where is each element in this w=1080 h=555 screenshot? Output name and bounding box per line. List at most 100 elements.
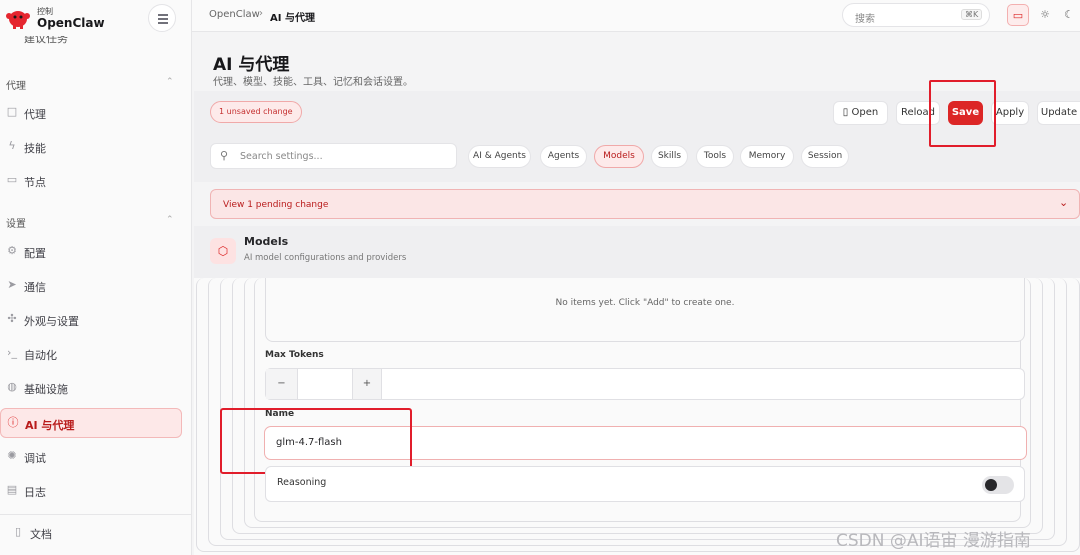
sidebar-item-label: 节点 xyxy=(24,176,46,189)
max-tokens-stepper: − + xyxy=(265,368,1025,400)
topbar: OpenClaw › AI 与代理 搜索 ⌘K ▭ ☼ ☾ xyxy=(192,0,1080,32)
watermark: CSDN @AI语宙 漫游指南 xyxy=(836,531,1031,551)
pending-label: View 1 pending change xyxy=(223,200,329,210)
openclaw-logo-icon xyxy=(6,11,30,29)
file-icon: ▯ xyxy=(842,107,849,118)
theme-switcher: ▭ ☼ ☾ xyxy=(1007,4,1080,28)
sidebar-item-label: 基础设施 xyxy=(24,383,68,396)
monitor-icon[interactable]: ▭ xyxy=(1007,4,1029,26)
sidebar-item-label: 建议任务 xyxy=(24,36,68,45)
save-highlight-annotation xyxy=(929,80,996,147)
tab-skills[interactable]: Skills xyxy=(651,145,688,168)
search-shortcut: ⌘K xyxy=(961,9,983,20)
page-subtitle: 代理、模型、技能、工具、记忆和会话设置。 xyxy=(213,77,413,88)
update-button[interactable]: Update xyxy=(1037,101,1080,125)
chevron-up-icon[interactable]: ⌃ xyxy=(166,77,174,87)
sidebar-item-label: 文档 xyxy=(30,528,52,541)
settings-search-input[interactable]: ⚲ Search settings... xyxy=(210,143,457,169)
reasoning-row: Reasoning xyxy=(265,466,1025,502)
sidebar-item-label: 通信 xyxy=(24,281,46,294)
sidebar-item-docs[interactable]: ▯ 文档 xyxy=(6,518,188,548)
models-subtitle: AI model configurations and providers xyxy=(244,253,407,263)
terminal-icon: ›_ xyxy=(7,346,17,359)
sidebar-item-nodes[interactable]: ▭ 节点 xyxy=(0,166,182,196)
sidebar-item-ai-agents[interactable]: ⓘ AI 与代理 xyxy=(0,408,182,438)
sidebar: 控制 OpenClaw 建议任务 代理 ⌃ □ 代理 ϟ 技能 ▭ 节点 设置 … xyxy=(0,0,192,555)
max-tokens-input[interactable] xyxy=(300,369,352,399)
max-tokens-label: Max Tokens xyxy=(265,350,324,360)
breadcrumb-current: AI 与代理 xyxy=(270,13,315,24)
sidebar-item-label: 配置 xyxy=(24,247,46,260)
tab-ai-agents[interactable]: AI & Agents xyxy=(468,145,531,168)
global-search-input[interactable]: 搜索 ⌘K xyxy=(842,3,990,27)
sidebar-item-automation[interactable]: ›_ 自动化 xyxy=(0,339,182,369)
globe-icon: ◍ xyxy=(7,380,17,393)
section-header-agent[interactable]: 代理 xyxy=(6,77,26,92)
puzzle-icon: ✣ xyxy=(7,312,17,325)
lightning-icon: ϟ xyxy=(8,139,16,152)
sidebar-item-clipped[interactable]: 建议任务 xyxy=(6,36,176,48)
tab-tools[interactable]: Tools xyxy=(696,145,734,168)
breadcrumb-separator: › xyxy=(259,8,263,19)
sidebar-item-label: 日志 xyxy=(24,486,46,499)
search-icon: ⚲ xyxy=(220,149,229,162)
sidebar-item-label: 代理 xyxy=(24,108,46,121)
sidebar-item-communication[interactable]: ➤ 通信 xyxy=(0,271,182,301)
page-title: AI 与代理 xyxy=(213,55,290,75)
name-highlight-annotation xyxy=(220,408,412,474)
book-icon: ▯ xyxy=(14,525,22,538)
models-section-header: ⬡ Models AI model configurations and pro… xyxy=(194,226,1080,278)
breadcrumb-root[interactable]: OpenClaw xyxy=(209,9,260,20)
sun-icon[interactable]: ☼ xyxy=(1034,4,1056,26)
moon-icon[interactable]: ☾ xyxy=(1058,4,1080,26)
increment-button[interactable]: + xyxy=(352,369,382,399)
open-button[interactable]: ▯ Open xyxy=(833,101,888,125)
sidebar-item-label: 调试 xyxy=(24,452,46,465)
settings-search-placeholder: Search settings... xyxy=(240,151,323,162)
unsaved-badge: 1 unsaved change xyxy=(210,101,302,123)
sidebar-item-logs[interactable]: ▤ 日志 xyxy=(0,476,182,506)
sidebar-item-appearance[interactable]: ✣ 外观与设置 xyxy=(0,305,182,335)
tab-memory[interactable]: Memory xyxy=(740,145,794,168)
sidebar-item-config[interactable]: ⚙ 配置 xyxy=(0,237,182,267)
file-text-icon: ▤ xyxy=(6,483,18,496)
tab-models[interactable]: Models xyxy=(594,145,644,168)
models-title: Models xyxy=(244,235,289,248)
pending-changes-bar[interactable]: View 1 pending change ⌄ xyxy=(210,189,1080,219)
sidebar-item-label: 技能 xyxy=(24,142,46,155)
tab-session[interactable]: Session xyxy=(801,145,849,168)
update-label: Update xyxy=(1040,107,1078,118)
main-content: AI 与代理 代理、模型、技能、工具、记忆和会话设置。 1 unsaved ch… xyxy=(194,32,1080,555)
sidebar-item-label: 自动化 xyxy=(24,349,57,362)
send-icon: ➤ xyxy=(7,278,17,291)
monitor-icon: ▭ xyxy=(6,173,18,186)
reasoning-toggle[interactable] xyxy=(982,476,1014,494)
decrement-button[interactable]: − xyxy=(266,369,298,399)
sidebar-item-label: AI 与代理 xyxy=(25,419,75,432)
empty-message: No items yet. Click "Add" to create one. xyxy=(555,298,735,308)
folder-icon: □ xyxy=(6,105,18,118)
tab-agents[interactable]: Agents xyxy=(540,145,587,168)
apply-button[interactable]: Apply xyxy=(991,101,1029,125)
sidebar-item-infrastructure[interactable]: ◍ 基础设施 xyxy=(0,373,182,403)
reasoning-label: Reasoning xyxy=(277,477,327,488)
section-header-settings[interactable]: 设置 xyxy=(6,215,26,230)
sidebar-item-skills[interactable]: ϟ 技能 xyxy=(0,132,182,162)
ai-agent-icon: ⓘ xyxy=(7,416,19,429)
chevron-up-icon[interactable]: ⌃ xyxy=(166,215,174,225)
search-placeholder: 搜索 xyxy=(855,14,875,25)
open-label: Open xyxy=(851,107,879,118)
cube-icon: ⬡ xyxy=(210,238,236,264)
brand-name: OpenClaw xyxy=(37,16,105,30)
toggle-knob xyxy=(985,479,997,491)
sidebar-divider xyxy=(0,514,192,515)
sidebar-item-agents[interactable]: □ 代理 xyxy=(0,98,182,128)
sidebar-item-label: 外观与设置 xyxy=(24,315,79,328)
empty-list: No items yet. Click "Add" to create one. xyxy=(265,278,1025,342)
sidebar-item-debug[interactable]: ✺ 调试 xyxy=(0,442,182,472)
gear-icon: ⚙ xyxy=(7,244,17,257)
sidebar-toggle-button[interactable] xyxy=(148,4,176,32)
chevron-down-icon: ⌄ xyxy=(1059,196,1069,209)
bug-icon: ✺ xyxy=(7,449,17,462)
apply-label: Apply xyxy=(995,107,1025,118)
